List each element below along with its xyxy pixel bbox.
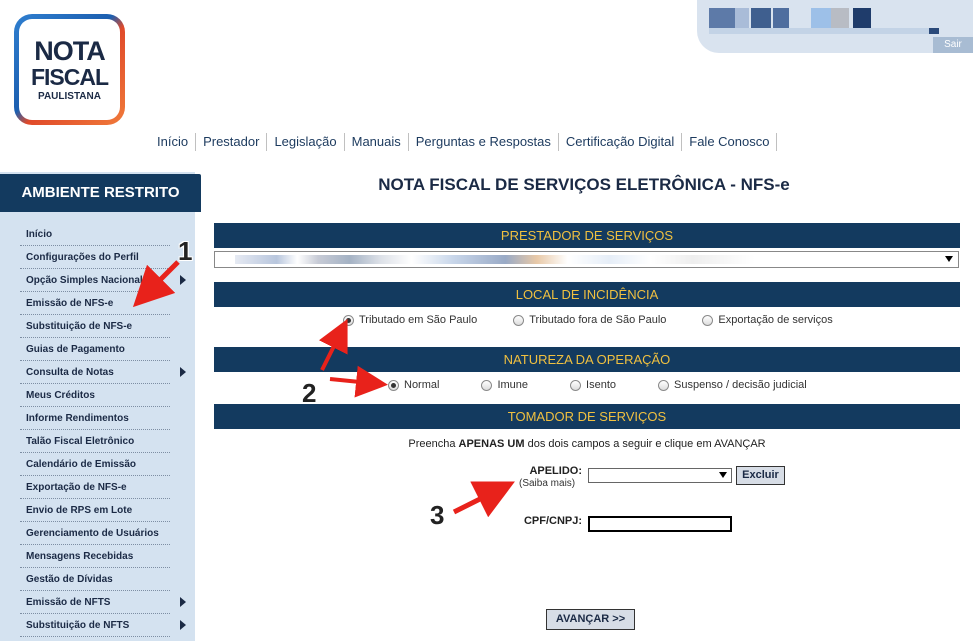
annotation-arrow-3 bbox=[452, 481, 515, 518]
annotation-number-1: 1 bbox=[178, 236, 193, 266]
annotation-number-3: 3 bbox=[430, 500, 445, 530]
annotation-arrow-1 bbox=[132, 260, 180, 308]
annotation-overlay bbox=[132, 260, 515, 518]
annotation-arrow-2a bbox=[318, 318, 348, 371]
annotation-number-2: 2 bbox=[302, 378, 317, 408]
annotation-arrow-2b bbox=[329, 365, 388, 398]
